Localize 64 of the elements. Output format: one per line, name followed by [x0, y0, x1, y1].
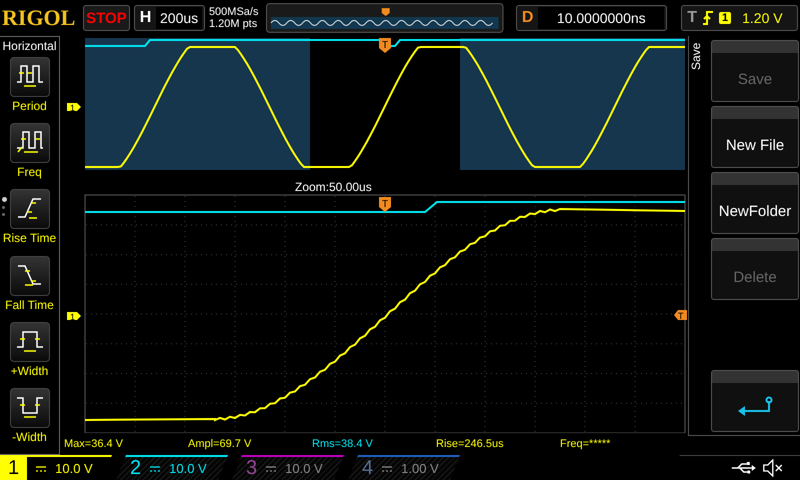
speaker-muted-icon	[762, 459, 784, 477]
channel-tab[interactable]: 3 10.0 V	[232, 455, 344, 480]
measure-label: +Width	[10, 364, 48, 378]
measure-button[interactable]	[10, 256, 50, 296]
channel-number: 2	[130, 457, 142, 480]
softkey-button[interactable]: New File	[711, 106, 799, 168]
measurement-reading: Rise=246.5us	[436, 438, 505, 450]
memory-depth: 1.20M pts	[208, 18, 258, 30]
positive-pulse-icon	[16, 330, 42, 352]
measure-button[interactable]	[10, 322, 50, 362]
trigger-key: T	[682, 9, 697, 27]
delay-key: D	[516, 9, 538, 27]
measure-label: Freq	[17, 165, 42, 180]
menu-title: Horizontal	[2, 39, 57, 53]
dc-coupling-icon	[265, 464, 278, 472]
period-icon	[16, 65, 42, 87]
zoom-label: Zoom:50.00us	[295, 180, 372, 194]
negative-pulse-icon	[16, 397, 42, 418]
channel-tab[interactable]: 1 10.0 V	[0, 455, 112, 480]
trigger-level-marker: T	[674, 310, 687, 321]
measure-button[interactable]	[10, 57, 50, 97]
measure-label: Rise Time	[2, 231, 56, 246]
channel-number: 1	[0, 457, 28, 480]
frequency-icon	[16, 131, 42, 153]
channel-number: 3	[246, 457, 258, 480]
timebase-key: H	[134, 9, 156, 27]
channel-scale: 10.0 V	[285, 461, 323, 476]
channel-marker: 1	[67, 312, 81, 322]
measurement-reading: Rms=38.4 V	[312, 438, 374, 450]
rising-edge-icon	[18, 198, 40, 220]
sample-rate: 500MSa/s	[208, 6, 260, 18]
channel-scale: 1.00 V	[401, 461, 439, 476]
dc-coupling-icon	[381, 464, 394, 472]
logo: RIGOL	[2, 5, 76, 31]
menu-title: Save	[689, 41, 704, 72]
channel-scale: 10.0 V	[169, 461, 207, 476]
channel-tab[interactable]: 4 1.00 V	[348, 455, 460, 480]
channel-tab[interactable]: 2 10.0 V	[116, 455, 228, 480]
channel-number: 4	[362, 457, 374, 480]
measure-button[interactable]	[10, 388, 50, 428]
trigger-marker: T	[379, 197, 391, 212]
measure-label: -Width	[12, 430, 47, 444]
falling-edge-icon	[18, 264, 40, 286]
channel-marker: 1	[67, 103, 81, 113]
usb-icon	[730, 461, 756, 475]
trigger-level: 1.20 V	[742, 10, 783, 26]
measure-label: Period	[12, 99, 47, 113]
dc-coupling-icon	[149, 464, 162, 472]
rising-edge-icon	[702, 10, 714, 26]
measurement-reading: Freq=*****	[560, 438, 612, 450]
trigger-source: 1	[718, 12, 732, 24]
measure-label: Fall Time	[5, 298, 54, 312]
trigger-marker: T	[379, 38, 391, 53]
channel-scale: 10.0 V	[55, 461, 93, 476]
measure-button[interactable]	[10, 123, 50, 164]
back-button[interactable]	[711, 370, 799, 432]
run-stop-button[interactable]: STOP	[83, 5, 130, 31]
measurement-reading: Ampl=69.7 V	[188, 438, 252, 450]
measure-button[interactable]	[10, 189, 50, 230]
delay-value: 10.0000000ns	[538, 7, 664, 29]
dc-coupling-icon	[35, 464, 48, 472]
timebase-value: 200us	[156, 7, 202, 29]
measurement-reading: Max=36.4 V	[64, 438, 124, 450]
softkey-button[interactable]: NewFolder	[711, 172, 799, 234]
